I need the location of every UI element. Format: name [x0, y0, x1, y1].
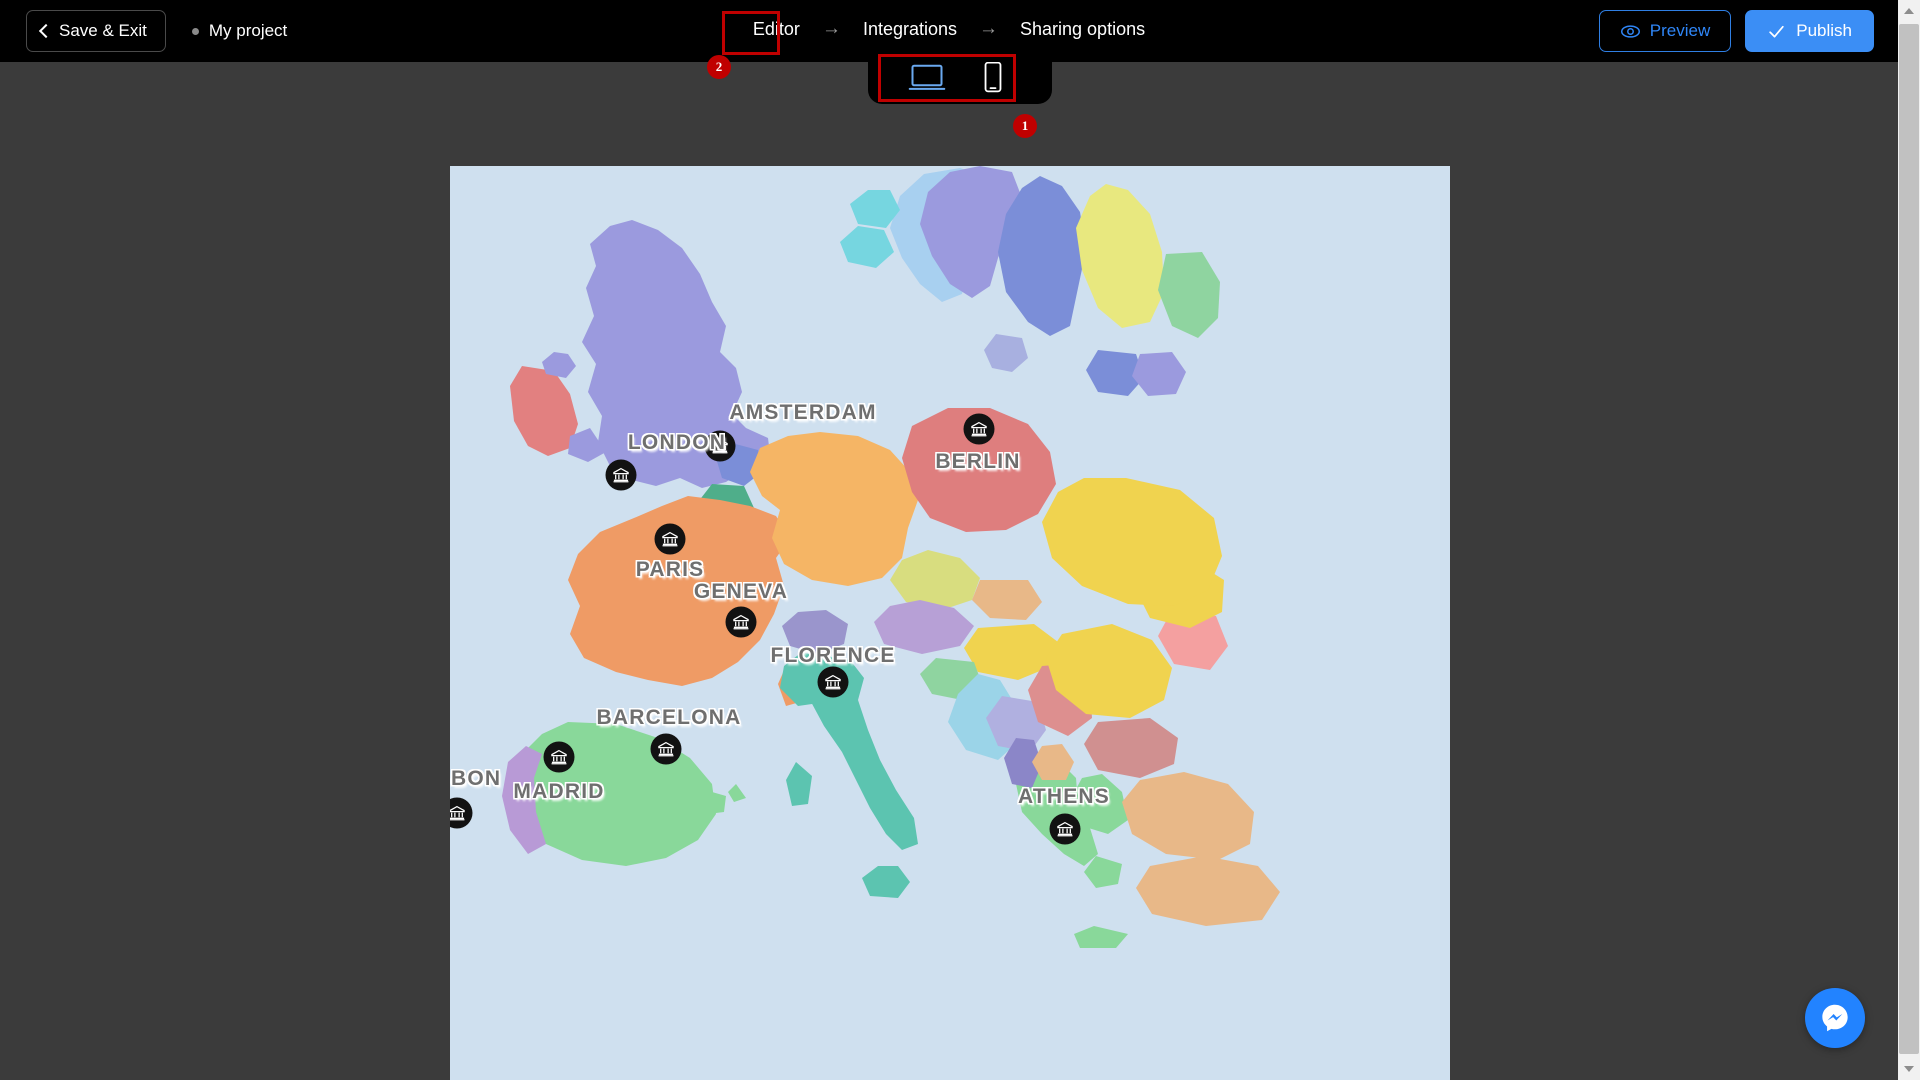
museum-bank-icon: [971, 421, 987, 437]
map-marker-athens[interactable]: [1049, 813, 1081, 845]
device-toggle-mobile[interactable]: [971, 60, 1015, 94]
map-marker-florence[interactable]: [817, 666, 849, 698]
save-and-exit-button[interactable]: Save & Exit: [26, 10, 166, 52]
project-name[interactable]: My project: [191, 21, 288, 41]
desktop-monitor-icon: [908, 64, 946, 90]
messenger-icon: [1822, 1004, 1848, 1032]
device-toggle-desktop[interactable]: [905, 60, 949, 94]
breadcrumb-item-sharing-options[interactable]: Sharing options: [1020, 19, 1145, 40]
eye-icon: [1620, 24, 1640, 38]
app-root: Save & Exit My project Editor → Integrat…: [0, 0, 1920, 1080]
museum-bank-icon: [1057, 821, 1073, 837]
map-marker-paris[interactable]: [654, 523, 686, 555]
project-name-label: My project: [208, 21, 288, 40]
breadcrumb-item-integrations[interactable]: Integrations: [863, 19, 957, 40]
museum-bank-icon: [825, 674, 841, 690]
museum-bank-icon: [662, 531, 678, 547]
scrollbar-thumb[interactable]: [1899, 24, 1919, 1054]
museum-bank-icon: [551, 749, 567, 765]
annotation-badge-2: 2: [707, 55, 731, 79]
europe-map-svg: [450, 166, 1450, 1080]
scrollbar-down-button[interactable]: [1898, 1058, 1920, 1080]
check-icon: [1769, 25, 1784, 38]
breadcrumb-separator-icon: →: [979, 18, 998, 39]
toolbar-actions: Preview Publish: [1598, 10, 1874, 52]
scrollbar-up-button[interactable]: [1898, 0, 1920, 22]
breadcrumb: Editor → Integrations → Sharing options: [753, 18, 1145, 40]
museum-bank-icon: [712, 438, 728, 454]
editor-canvas: AMSTERDAM LONDON BERLIN PARIS GENEVA FLO…: [0, 62, 1898, 1080]
map-marker-madrid[interactable]: [543, 741, 575, 773]
publish-label: Publish: [1796, 21, 1852, 40]
top-toolbar: Save & Exit My project Editor → Integrat…: [0, 0, 1898, 62]
map-marker-barcelona[interactable]: [650, 733, 682, 765]
triangle-down-icon: [1904, 1066, 1914, 1072]
breadcrumb-separator-icon: →: [821, 18, 841, 39]
map-marker-amsterdam[interactable]: [704, 430, 736, 462]
messenger-chat-button[interactable]: [1805, 988, 1865, 1048]
publish-button[interactable]: Publish: [1745, 10, 1874, 52]
museum-bank-icon: [733, 614, 749, 630]
map-marker-geneva[interactable]: [725, 606, 757, 638]
annotation-badge-1: 1: [1013, 114, 1037, 138]
chevron-left-icon: [38, 23, 54, 39]
museum-bank-icon: [450, 805, 465, 821]
museum-bank-icon: [658, 741, 674, 757]
status-dot-icon: [191, 27, 199, 35]
save-and-exit-label: Save & Exit: [59, 21, 147, 40]
breadcrumb-item-editor[interactable]: Editor: [753, 19, 800, 40]
map-marker-berlin[interactable]: [963, 413, 995, 445]
preview-label: Preview: [1649, 21, 1711, 40]
map-widget[interactable]: AMSTERDAM LONDON BERLIN PARIS GENEVA FLO…: [450, 166, 1450, 1080]
page-scrollbar[interactable]: [1898, 0, 1920, 1080]
map-marker-london[interactable]: [605, 459, 637, 491]
mobile-phone-icon: [984, 61, 1002, 93]
preview-button[interactable]: Preview: [1598, 10, 1732, 52]
triangle-up-icon: [1904, 8, 1914, 14]
museum-bank-icon: [613, 467, 629, 483]
